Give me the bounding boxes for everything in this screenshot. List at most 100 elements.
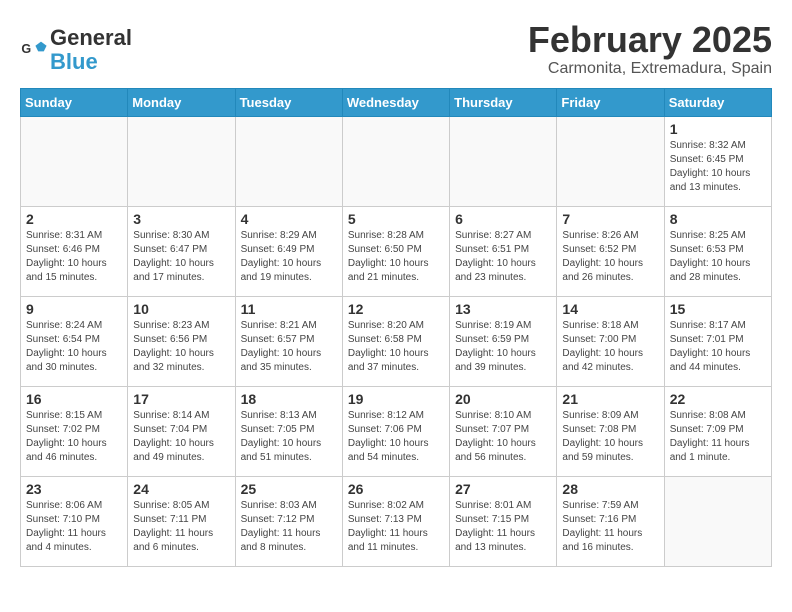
day-info: Sunrise: 8:24 AM Sunset: 6:54 PM Dayligh… <box>26 319 122 375</box>
header: G GeneralBlue February 2025 Carmonita, E… <box>20 20 772 78</box>
logo-text: GeneralBlue <box>50 26 132 74</box>
logo-icon: G <box>20 36 48 64</box>
week-row-0: 1Sunrise: 8:32 AM Sunset: 6:45 PM Daylig… <box>21 116 772 206</box>
calendar-cell: 16 Sunrise: 8:15 AM Sunset: 7:02 PM Dayli… <box>21 386 128 476</box>
day-info: Sunrise: 8:19 AM Sunset: 6:59 PM Dayligh… <box>455 319 551 375</box>
calendar-cell: 6 Sunrise: 8:27 AM Sunset: 6:51 PM Daylig… <box>450 206 557 296</box>
day-info: Sunrise: 8:18 AM Sunset: 7:00 PM Dayligh… <box>562 319 658 375</box>
day-info: Sunrise: 8:30 AM Sunset: 6:47 PM Dayligh… <box>133 229 229 285</box>
day-info: Sunrise: 8:28 AM Sunset: 6:50 PM Dayligh… <box>348 229 444 285</box>
calendar-cell: 20Sunrise: 8:10 AM Sunset: 7:07 PM Dayli… <box>450 386 557 476</box>
day-number: 18 <box>241 391 337 407</box>
day-number: 9 <box>26 301 122 317</box>
day-number: 4 <box>241 211 337 227</box>
day-number: 25 <box>241 481 337 497</box>
day-number: 12 <box>348 301 444 317</box>
day-number: 3 <box>133 211 229 227</box>
calendar-cell: 25 Sunrise: 8:03 AM Sunset: 7:12 PM Dayli… <box>235 476 342 566</box>
day-info: Sunrise: 8:31 AM Sunset: 6:46 PM Dayligh… <box>26 229 122 285</box>
day-number: 15 <box>670 301 766 317</box>
day-number: 26 <box>348 481 444 497</box>
calendar-cell: 11 Sunrise: 8:21 AM Sunset: 6:57 PM Dayli… <box>235 296 342 386</box>
day-info: Sunrise: 8:12 AM Sunset: 7:06 PM Dayligh… <box>348 409 444 465</box>
day-number: 2 <box>26 211 122 227</box>
day-info: Sunrise: 8:15 AM Sunset: 7:02 PM Dayligh… <box>26 409 122 465</box>
day-number: 21 <box>562 391 658 407</box>
weekday-header-row: SundayMondayTuesdayWednesdayThursdayFrid… <box>21 88 772 116</box>
calendar-cell: 28 Sunrise: 7:59 AM Sunset: 7:16 PM Dayli… <box>557 476 664 566</box>
calendar-cell: 23Sunrise: 8:06 AM Sunset: 7:10 PM Dayli… <box>21 476 128 566</box>
logo: G GeneralBlue <box>20 26 132 74</box>
calendar-cell: 14 Sunrise: 8:18 AM Sunset: 7:00 PM Dayli… <box>557 296 664 386</box>
day-info: Sunrise: 8:02 AM Sunset: 7:13 PM Dayligh… <box>348 499 444 555</box>
day-info: Sunrise: 8:17 AM Sunset: 7:01 PM Dayligh… <box>670 319 766 375</box>
calendar-cell <box>557 116 664 206</box>
day-number: 17 <box>133 391 229 407</box>
week-row-2: 9 Sunrise: 8:24 AM Sunset: 6:54 PM Daylig… <box>21 296 772 386</box>
calendar-cell: 10 Sunrise: 8:23 AM Sunset: 6:56 PM Dayli… <box>128 296 235 386</box>
day-info: Sunrise: 8:23 AM Sunset: 6:56 PM Dayligh… <box>133 319 229 375</box>
weekday-header-saturday: Saturday <box>664 88 771 116</box>
calendar-cell: 18 Sunrise: 8:13 AM Sunset: 7:05 PM Dayli… <box>235 386 342 476</box>
calendar-cell: 4 Sunrise: 8:29 AM Sunset: 6:49 PM Daylig… <box>235 206 342 296</box>
day-info: Sunrise: 8:26 AM Sunset: 6:52 PM Dayligh… <box>562 229 658 285</box>
calendar-cell: 2 Sunrise: 8:31 AM Sunset: 6:46 PM Daylig… <box>21 206 128 296</box>
calendar-cell: 1Sunrise: 8:32 AM Sunset: 6:45 PM Daylig… <box>664 116 771 206</box>
day-info: Sunrise: 8:06 AM Sunset: 7:10 PM Dayligh… <box>26 499 122 555</box>
day-number: 11 <box>241 301 337 317</box>
calendar-cell: 12 Sunrise: 8:20 AM Sunset: 6:58 PM Dayli… <box>342 296 449 386</box>
day-number: 14 <box>562 301 658 317</box>
day-number: 22 <box>670 391 766 407</box>
calendar-cell <box>235 116 342 206</box>
day-number: 10 <box>133 301 229 317</box>
day-info: Sunrise: 8:32 AM Sunset: 6:45 PM Dayligh… <box>670 139 766 195</box>
day-info: Sunrise: 8:20 AM Sunset: 6:58 PM Dayligh… <box>348 319 444 375</box>
day-info: Sunrise: 8:08 AM Sunset: 7:09 PM Dayligh… <box>670 409 766 465</box>
day-info: Sunrise: 8:03 AM Sunset: 7:12 PM Dayligh… <box>241 499 337 555</box>
day-info: Sunrise: 8:13 AM Sunset: 7:05 PM Dayligh… <box>241 409 337 465</box>
day-number: 8 <box>670 211 766 227</box>
day-info: Sunrise: 8:09 AM Sunset: 7:08 PM Dayligh… <box>562 409 658 465</box>
calendar-cell <box>450 116 557 206</box>
calendar-cell <box>342 116 449 206</box>
weekday-header-friday: Friday <box>557 88 664 116</box>
calendar-cell: 21 Sunrise: 8:09 AM Sunset: 7:08 PM Dayli… <box>557 386 664 476</box>
week-row-4: 23Sunrise: 8:06 AM Sunset: 7:10 PM Dayli… <box>21 476 772 566</box>
day-number: 6 <box>455 211 551 227</box>
day-info: Sunrise: 8:10 AM Sunset: 7:07 PM Dayligh… <box>455 409 551 465</box>
calendar-cell: 17 Sunrise: 8:14 AM Sunset: 7:04 PM Dayli… <box>128 386 235 476</box>
day-number: 16 <box>26 391 122 407</box>
day-info: Sunrise: 8:05 AM Sunset: 7:11 PM Dayligh… <box>133 499 229 555</box>
day-number: 27 <box>455 481 551 497</box>
day-info: Sunrise: 8:29 AM Sunset: 6:49 PM Dayligh… <box>241 229 337 285</box>
svg-text:G: G <box>21 42 31 56</box>
day-number: 19 <box>348 391 444 407</box>
calendar-cell: 15 Sunrise: 8:17 AM Sunset: 7:01 PM Dayli… <box>664 296 771 386</box>
calendar-cell: 22 Sunrise: 8:08 AM Sunset: 7:09 PM Dayli… <box>664 386 771 476</box>
calendar-cell: 19 Sunrise: 8:12 AM Sunset: 7:06 PM Dayli… <box>342 386 449 476</box>
calendar-cell: 9 Sunrise: 8:24 AM Sunset: 6:54 PM Daylig… <box>21 296 128 386</box>
day-info: Sunrise: 8:27 AM Sunset: 6:51 PM Dayligh… <box>455 229 551 285</box>
day-number: 24 <box>133 481 229 497</box>
weekday-header-sunday: Sunday <box>21 88 128 116</box>
day-info: Sunrise: 7:59 AM Sunset: 7:16 PM Dayligh… <box>562 499 658 555</box>
day-info: Sunrise: 8:14 AM Sunset: 7:04 PM Dayligh… <box>133 409 229 465</box>
week-row-1: 2 Sunrise: 8:31 AM Sunset: 6:46 PM Daylig… <box>21 206 772 296</box>
day-info: Sunrise: 8:21 AM Sunset: 6:57 PM Dayligh… <box>241 319 337 375</box>
weekday-header-tuesday: Tuesday <box>235 88 342 116</box>
calendar-cell: 5 Sunrise: 8:28 AM Sunset: 6:50 PM Daylig… <box>342 206 449 296</box>
calendar-cell: 7 Sunrise: 8:26 AM Sunset: 6:52 PM Daylig… <box>557 206 664 296</box>
calendar-cell <box>664 476 771 566</box>
day-number: 28 <box>562 481 658 497</box>
calendar-cell <box>21 116 128 206</box>
calendar-cell <box>128 116 235 206</box>
day-number: 7 <box>562 211 658 227</box>
calendar-cell: 27Sunrise: 8:01 AM Sunset: 7:15 PM Dayli… <box>450 476 557 566</box>
day-number: 5 <box>348 211 444 227</box>
calendar-cell: 26 Sunrise: 8:02 AM Sunset: 7:13 PM Dayli… <box>342 476 449 566</box>
calendar-table: SundayMondayTuesdayWednesdayThursdayFrid… <box>20 88 772 567</box>
location-title: Carmonita, Extremadura, Spain <box>528 60 772 78</box>
week-row-3: 16 Sunrise: 8:15 AM Sunset: 7:02 PM Dayli… <box>21 386 772 476</box>
weekday-header-wednesday: Wednesday <box>342 88 449 116</box>
day-info: Sunrise: 8:25 AM Sunset: 6:53 PM Dayligh… <box>670 229 766 285</box>
